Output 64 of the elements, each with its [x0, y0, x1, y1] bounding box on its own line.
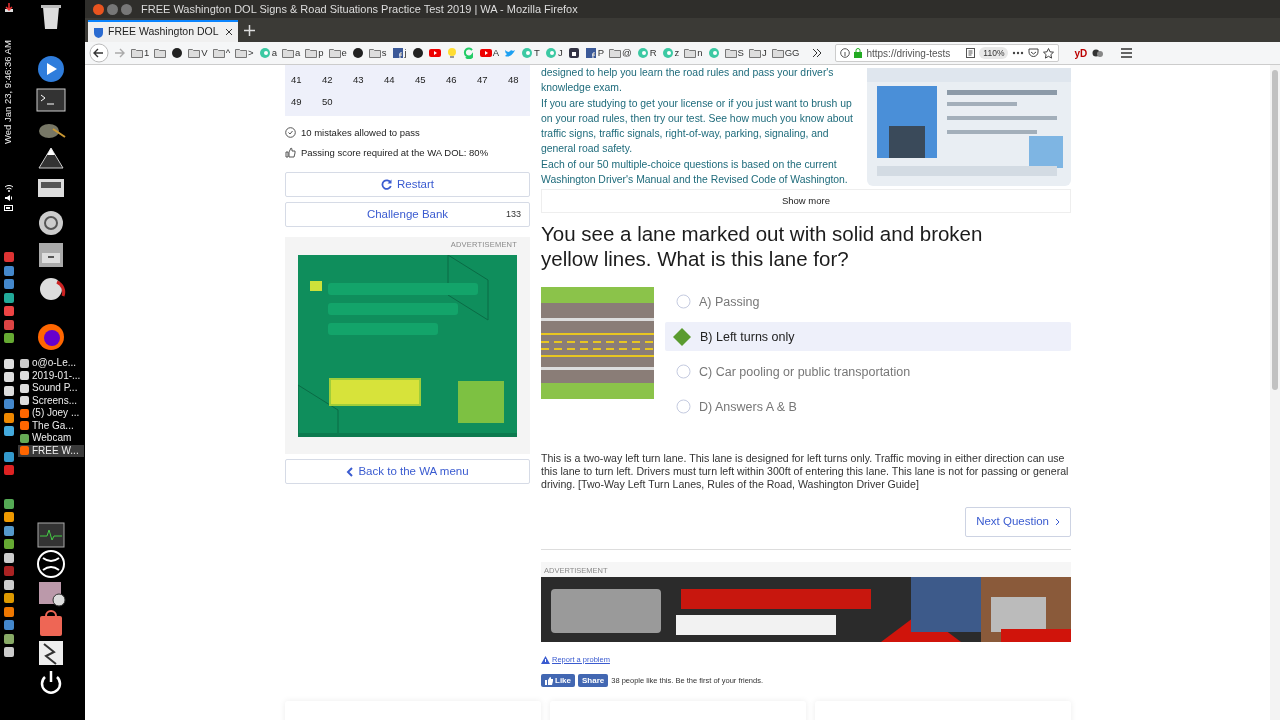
window-list-item[interactable]: Webcam — [18, 432, 84, 445]
bookmark[interactable]: T — [521, 45, 540, 61]
bookmark[interactable]: 1 — [131, 45, 150, 61]
bookmark[interactable]: j — [391, 45, 407, 61]
question-number[interactable]: 43 — [353, 73, 384, 88]
back-button[interactable]: Back to the WA menu — [285, 459, 530, 484]
answer-option[interactable]: A) Passing — [665, 287, 1071, 317]
intro-paragraph: Each of our 50 multiple-choice questions is based on the current Washington Driver's Manual and the Revised Code of Washington. — [541, 157, 849, 188]
bookmark[interactable]: ^ — [212, 45, 231, 61]
bookmark[interactable]: J — [748, 45, 767, 61]
bookmark[interactable]: P — [584, 45, 604, 61]
bookmark[interactable]: GG — [771, 45, 800, 61]
question-number[interactable]: 42 — [322, 73, 353, 88]
bookmark[interactable]: > — [235, 45, 254, 61]
bookmark[interactable]: z — [661, 45, 680, 61]
bookmark[interactable]: e — [328, 45, 347, 61]
question-number[interactable]: 49 — [291, 95, 322, 110]
intro-paragraph: If you are studying to get your license or if you just want to brush up on your road rules, then try our test. See how much you know about traffic signs, traffic signals, right-of-way, parking, signaling, and general road safety. — [541, 96, 854, 157]
question-number[interactable]: 44 — [384, 73, 415, 88]
window-list-item[interactable]: Sound P... — [18, 382, 84, 395]
question-title: You see a lane marked out with solid and broken yellow lines. What is this lane for? — [541, 221, 984, 272]
window-list-item[interactable]: o@o-Le... — [18, 357, 84, 370]
bookmark[interactable]: p — [305, 45, 324, 61]
window-list-item[interactable]: Screens... — [18, 394, 84, 407]
bookmark[interactable]: a — [258, 45, 277, 61]
window-list-item[interactable]: 2019-01-... — [18, 369, 84, 382]
share-button[interactable]: Share — [578, 674, 609, 688]
question-number[interactable]: 50 — [322, 95, 353, 110]
question-number[interactable]: 46 — [446, 73, 477, 88]
extension-button[interactable]: yD — [1074, 45, 1088, 61]
window-list-item[interactable]: The Ga... — [18, 419, 84, 432]
clock: Wed Jan 23, 9:46:36 AM — [1, 39, 15, 144]
bookmark[interactable]: V — [188, 45, 208, 61]
bookmark[interactable]: a — [281, 45, 301, 61]
browser-tab[interactable]: FREE Washington DOL — [88, 20, 238, 42]
answer-option[interactable]: B) Left turns only — [665, 322, 1071, 352]
answer-option[interactable]: D) Answers A & B — [665, 392, 1071, 422]
bookmark[interactable]: S — [724, 45, 744, 61]
count-label: 133 — [505, 207, 521, 221]
zoom-level[interactable]: 110% — [979, 46, 1009, 60]
challenge-bank-button[interactable]: Challenge Bank 133 — [285, 202, 530, 227]
question-number[interactable]: 41 — [291, 73, 322, 88]
intro-paragraph: designed to help you learn the road rules and pass your driver's knowledge exam. — [541, 66, 835, 96]
show-more-button[interactable]: Show more — [541, 189, 1071, 214]
bookmark[interactable]: J — [544, 45, 563, 61]
window-title: FREE Washington DOL Signs & Road Situations Practice Test 2019 | WA - Mozilla Firefox — [141, 1, 578, 17]
bookmark[interactable]: @ — [609, 45, 632, 61]
bookmark[interactable]: s — [368, 45, 387, 61]
url-field[interactable]: https://driving-tests 110% — [835, 44, 1060, 62]
bookmark[interactable]: n — [684, 45, 703, 61]
like-button[interactable]: Like — [541, 674, 575, 688]
bookmark[interactable]: R — [636, 45, 657, 61]
question-number[interactable]: 45 — [415, 73, 446, 88]
window-list-item[interactable]: FREE W... — [18, 444, 84, 457]
info-text: 10 mistakes allowed to pass — [301, 125, 420, 140]
window-list-item[interactable]: (5) Joey ... — [18, 407, 84, 420]
question-number[interactable]: 48 — [508, 73, 539, 88]
question-number[interactable]: 47 — [477, 73, 508, 88]
next-question-button[interactable]: Next Question — [965, 507, 1071, 537]
bookmark[interactable]: A — [479, 45, 500, 61]
explanation-text: This is a two-way left turn lane. This lane is designed for left turns only. Traffic moving in either direction can use this lane to turn left. Drivers must turn left within 300ft of entering this lane. This lane is not for passing or general driving. [Two-Way Left Turn Lanes, Rules of the Road, Washington Driver Guide] — [541, 452, 1070, 492]
restart-button[interactable]: Restart — [285, 172, 530, 197]
info-text: Passing score required at the WA DOL: 80% — [301, 145, 489, 160]
answer-option[interactable]: C) Car pooling or public transportation — [665, 357, 1071, 387]
